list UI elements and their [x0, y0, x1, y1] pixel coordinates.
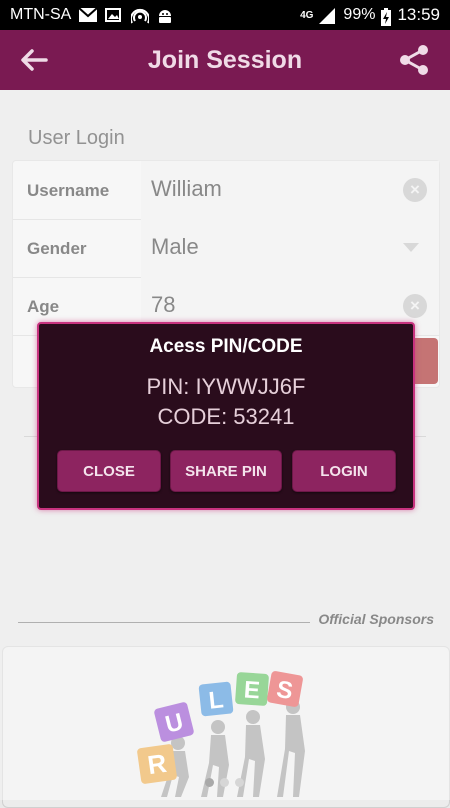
battery-percent: 99% [343, 6, 376, 23]
android-icon [157, 8, 175, 23]
pin-text: PIN: IYWWJJ6F [146, 374, 306, 399]
clock: 13:59 [397, 5, 440, 24]
close-button[interactable]: CLOSE [57, 450, 161, 492]
dialog-title: Acess PIN/CODE [149, 336, 303, 357]
share-pin-button[interactable]: SHARE PIN [170, 450, 282, 492]
login-button[interactable]: LOGIN [292, 450, 396, 492]
carrier-name: MTN-SA [10, 6, 72, 23]
network-type: 4G [300, 9, 314, 21]
image-icon [105, 8, 123, 22]
back-arrow-icon[interactable] [16, 44, 52, 76]
status-bar: MTN-SA 4G 99% 13:59 [0, 0, 450, 30]
hotspot-icon [131, 8, 150, 24]
access-pin-dialog: Acess PIN/CODE PIN: IYWWJJ6F CODE: 53241… [37, 322, 415, 510]
battery-charging-icon [381, 8, 392, 26]
page-title: Join Session [147, 45, 303, 74]
share-icon[interactable] [396, 42, 432, 78]
code-text: CODE: 53241 [157, 404, 295, 429]
app-bar: Join Session [0, 30, 450, 90]
mail-icon [79, 8, 98, 22]
signal-icon [319, 8, 337, 24]
